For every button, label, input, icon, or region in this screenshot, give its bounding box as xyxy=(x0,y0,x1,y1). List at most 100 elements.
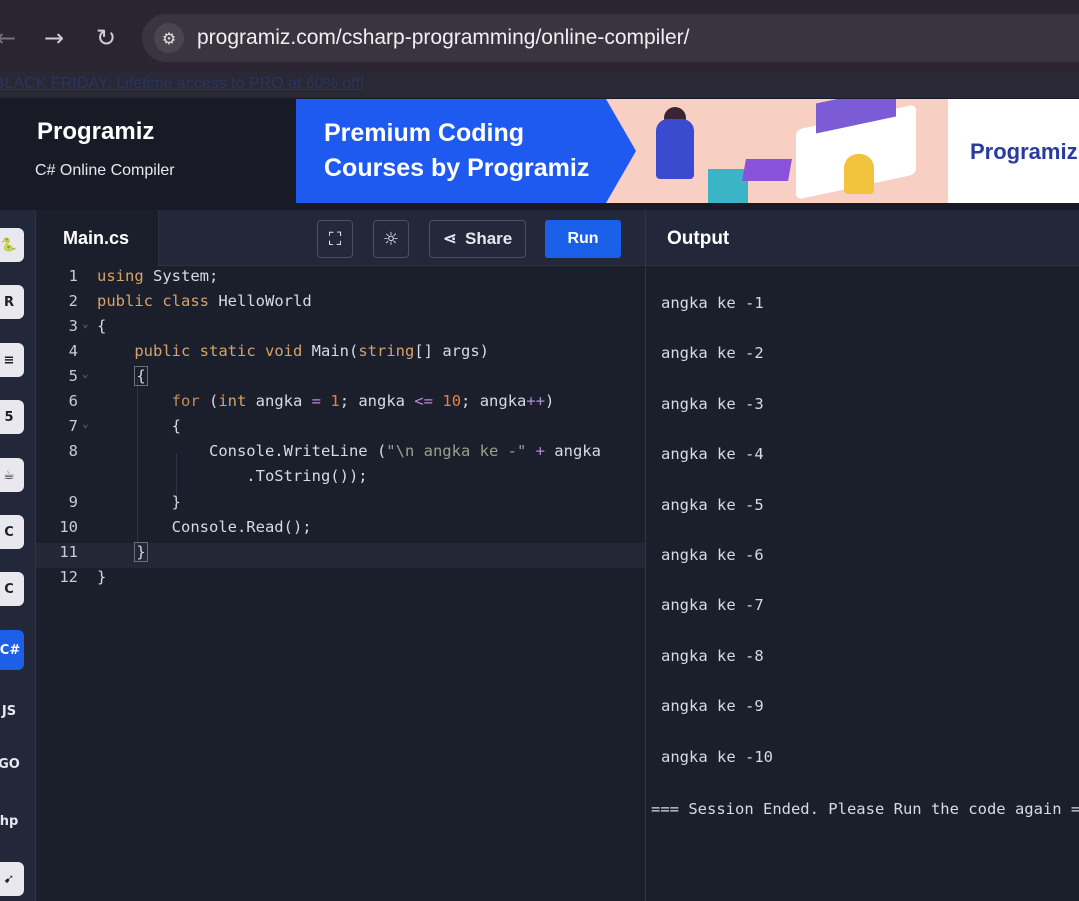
fold-arrow-icon[interactable]: ⌄ xyxy=(82,417,89,430)
code-text: public class HelloWorld xyxy=(97,292,312,310)
code-text: Console.Read(); xyxy=(97,518,312,536)
output-panel: Output angka ke -1 angka ke -2 angka ke -3… xyxy=(645,210,1079,901)
address-bar[interactable]: ⚙ programiz.com/csharp-programming/onlin… xyxy=(142,14,1079,62)
run-button[interactable]: Run xyxy=(545,220,621,258)
fold-arrow-icon[interactable]: ⌄ xyxy=(82,367,89,380)
code-line: 10 Console.Read(); xyxy=(36,518,645,543)
site-settings-icon[interactable]: ⚙ xyxy=(154,23,184,53)
code-line: 5 ⌄ { xyxy=(36,366,645,392)
output-line: angka ke -3 xyxy=(661,394,764,413)
sun-icon: ☼ xyxy=(382,228,400,250)
tab-label: Main.cs xyxy=(63,228,130,248)
code-line: 2 public class HelloWorld xyxy=(36,292,645,317)
code-text: { xyxy=(97,417,181,435)
code-line: 1 using System; xyxy=(36,267,645,292)
theme-toggle-button[interactable]: ☼ xyxy=(373,220,409,258)
code-line: .ToString()); xyxy=(36,467,645,492)
code-area[interactable]: 1 using System; 2 public class HelloWorl… xyxy=(36,267,645,901)
output-header: Output xyxy=(646,210,1079,266)
sql-icon[interactable]: ≡ xyxy=(0,343,24,377)
code-text: for (int angka = 1; angka <= 10; angka++… xyxy=(171,392,555,410)
output-title: Output xyxy=(667,228,730,249)
line-number: 1 xyxy=(68,267,78,285)
code-text: } xyxy=(97,568,107,586)
python-icon[interactable]: 🐍 xyxy=(0,228,24,262)
code-text: } xyxy=(134,542,148,562)
forward-arrow-icon[interactable]: → xyxy=(38,22,70,54)
back-arrow-icon[interactable]: ← xyxy=(0,22,22,54)
line-number: 2 xyxy=(68,292,78,310)
language-sidebar: 🐍 R ≡ 5 ☕ C C C# JS GO hp ➹ xyxy=(0,210,36,901)
csharp-icon[interactable]: C# xyxy=(0,630,24,670)
c-icon[interactable]: C xyxy=(0,515,24,549)
output-line: angka ke -8 xyxy=(661,646,764,665)
line-number: 7 xyxy=(68,417,78,435)
code-line: 12 } xyxy=(36,568,645,593)
code-text: .ToString()); xyxy=(97,467,368,485)
line-number: 8 xyxy=(68,442,78,460)
books-illustration xyxy=(708,169,748,203)
output-line: angka ke -4 xyxy=(661,445,764,464)
programiz-logo[interactable]: Programiz xyxy=(37,118,154,146)
code-text: } xyxy=(97,493,181,511)
output-line: angka ke -7 xyxy=(661,596,764,615)
books-stack-illustration xyxy=(742,159,792,181)
line-number: 10 xyxy=(59,518,78,536)
code-text: public static void Main(string[] args) xyxy=(134,342,489,360)
line-number: 12 xyxy=(59,568,78,586)
php-icon[interactable]: hp xyxy=(0,804,24,838)
output-line: angka ke -10 xyxy=(661,747,773,766)
code-text: { xyxy=(134,366,148,386)
url-text[interactable]: programiz.com/csharp-programming/online-… xyxy=(197,26,690,50)
site-header: Programiz C# Online Compiler Premium Cod… xyxy=(0,98,1079,210)
line-number: 11 xyxy=(59,543,78,561)
code-line: 9 } xyxy=(36,493,645,518)
code-line: 4 public static void Main(string[] args) xyxy=(36,342,645,367)
output-line: angka ke -5 xyxy=(661,495,764,514)
go-icon[interactable]: GO xyxy=(0,747,24,781)
js-icon[interactable]: JS xyxy=(0,694,24,728)
banner-logo: Programiz xyxy=(970,139,1078,164)
java-icon[interactable]: ☕ xyxy=(0,458,24,492)
share-button[interactable]: ⋖ Share xyxy=(429,220,526,258)
html-icon[interactable]: 5 xyxy=(0,400,24,434)
reload-icon[interactable]: ↻ xyxy=(90,22,122,54)
page-subtitle: C# Online Compiler xyxy=(35,162,175,179)
line-number: 9 xyxy=(68,493,78,511)
code-text: { xyxy=(97,317,107,335)
r-icon[interactable]: R xyxy=(0,285,24,319)
swift-icon[interactable]: ➹ xyxy=(0,862,24,896)
banner-headline-1: Premium Coding xyxy=(324,119,525,147)
browser-toolbar: ← → ↻ ⚙ programiz.com/csharp-programming… xyxy=(0,0,1079,72)
line-number: 6 xyxy=(68,392,78,410)
code-line: 3 ⌄ { xyxy=(36,317,645,342)
code-editor-panel: Main.cs ⛶ ☼ ⋖ Share Run 1 using System; … xyxy=(36,210,645,901)
line-number: 4 xyxy=(68,342,78,360)
ad-banner[interactable]: Premium Coding Courses by Programiz Prog… xyxy=(296,99,1079,203)
session-ended-message: === Session Ended. Please Run the code a… xyxy=(651,800,1079,818)
output-line: angka ke -9 xyxy=(661,697,764,716)
code-line: 7 ⌄ { xyxy=(36,417,645,442)
share-label: Share xyxy=(465,229,513,248)
editor-toolbar: Main.cs ⛶ ☼ ⋖ Share Run xyxy=(36,210,645,267)
output-line: angka ke -2 xyxy=(661,344,764,363)
output-line: angka ke -1 xyxy=(661,294,764,312)
share-icon: ⋖ xyxy=(442,229,457,249)
tab-main-cs[interactable]: Main.cs xyxy=(36,210,159,267)
promo-link[interactable]: BLACK FRIDAY: Lifetime access to PRO at … xyxy=(0,75,364,93)
code-line: 8 Console.WriteLine ("\n angka ke -" + a… xyxy=(36,442,645,467)
fold-arrow-icon[interactable]: ⌄ xyxy=(82,317,89,330)
fullscreen-button[interactable]: ⛶ xyxy=(317,220,353,258)
line-number: 3 xyxy=(68,317,78,335)
code-line: 6 for (int angka = 1; angka <= 10; angka… xyxy=(36,392,645,417)
line-number: 5 xyxy=(68,367,78,385)
banner-headline-2: Courses by Programiz xyxy=(324,154,590,182)
student-illustration xyxy=(656,119,694,179)
promo-strip: BLACK FRIDAY: Lifetime access to PRO at … xyxy=(0,72,1079,98)
code-line-active: 11 } xyxy=(36,542,645,568)
output-line: angka ke -6 xyxy=(661,546,764,564)
banner-blue-panel xyxy=(296,99,636,203)
cpp-icon[interactable]: C xyxy=(0,572,24,606)
trophy-illustration xyxy=(844,154,874,194)
code-text: using System; xyxy=(97,267,219,285)
